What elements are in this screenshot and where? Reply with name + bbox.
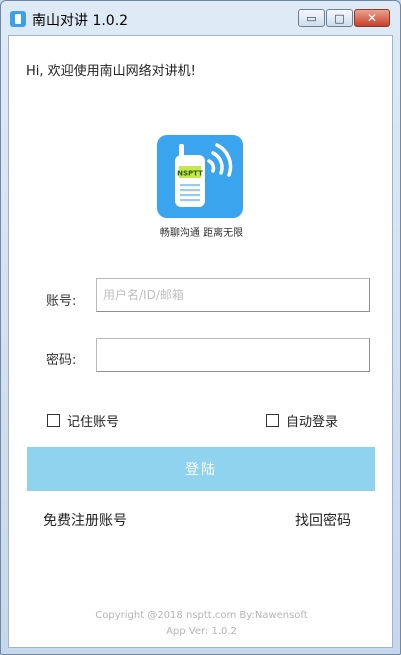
minimize-button[interactable]: ▭ xyxy=(298,9,325,27)
greeting-text: Hi, 欢迎使用南山网络对讲机! xyxy=(26,64,196,79)
login-panel: Hi, 欢迎使用南山网络对讲机! NSPTT 畅聊沟通 距离无限 账号: 用户名… xyxy=(8,35,393,648)
app-icon xyxy=(10,11,26,27)
minimize-icon: ▭ xyxy=(306,11,317,25)
remember-account-label: 记住账号 xyxy=(67,415,120,430)
account-input[interactable] xyxy=(96,278,370,312)
auto-login-label: 自动登录 xyxy=(286,415,339,430)
auto-login-option[interactable]: 自动登录 xyxy=(266,411,338,430)
copyright-text: Copyright @2018 nsptt.com By:Nawensoft xyxy=(95,610,308,621)
walkie-talkie-icon: NSPTT xyxy=(157,135,243,218)
register-link[interactable]: 免费注册账号 xyxy=(43,510,127,530)
remember-account-checkbox[interactable] xyxy=(47,414,60,427)
maximize-button[interactable]: □ xyxy=(326,9,353,27)
title-bar[interactable]: 南山对讲 1.0.2 ▭ □ ✕ xyxy=(1,1,400,35)
login-button[interactable]: 登陆 xyxy=(27,447,375,491)
close-icon: ✕ xyxy=(366,11,378,25)
close-button[interactable]: ✕ xyxy=(354,9,390,27)
maximize-icon: □ xyxy=(334,11,345,25)
account-label: 账号: xyxy=(46,294,77,309)
login-window: 南山对讲 1.0.2 ▭ □ ✕ Hi, 欢迎使用南山网络对讲机! NSPTT … xyxy=(0,0,401,655)
window-controls: ▭ □ ✕ xyxy=(297,9,390,27)
app-slogan: 畅聊沟通 距离无限 xyxy=(159,228,244,239)
logo-badge: NSPTT xyxy=(177,170,203,178)
password-input[interactable] xyxy=(96,338,370,372)
remember-account-option[interactable]: 记住账号 xyxy=(47,411,119,430)
auto-login-checkbox[interactable] xyxy=(266,414,279,427)
password-label: 密码: xyxy=(46,353,77,368)
app-version-text: App Ver: 1.0.2 xyxy=(166,626,237,637)
logo-graphic: NSPTT xyxy=(175,143,233,207)
window-title: 南山对讲 1.0.2 xyxy=(32,13,129,29)
forgot-password-link[interactable]: 找回密码 xyxy=(295,510,351,530)
